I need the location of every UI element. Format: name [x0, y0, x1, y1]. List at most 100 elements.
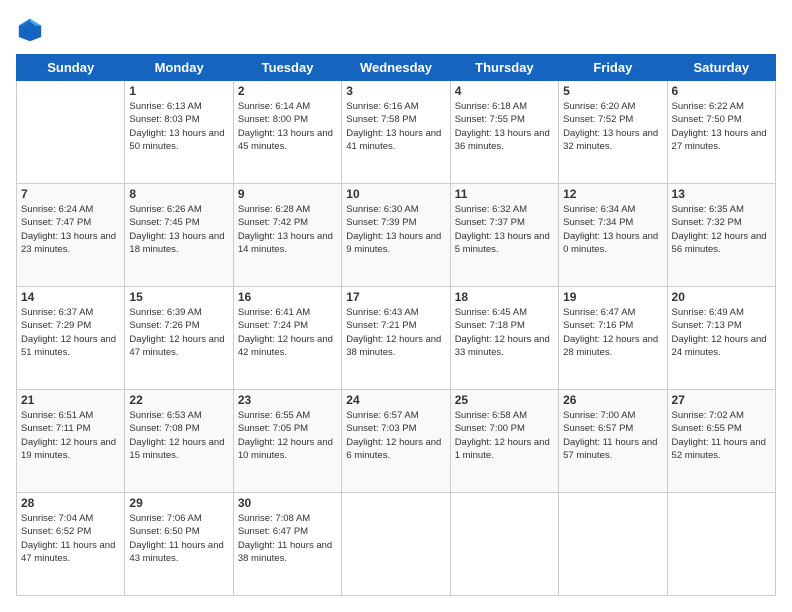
day-number: 3	[346, 84, 445, 98]
cell-info: Sunrise: 6:13 AMSunset: 8:03 PMDaylight:…	[129, 101, 224, 152]
calendar-cell: 6Sunrise: 6:22 AMSunset: 7:50 PMDaylight…	[667, 81, 775, 184]
calendar-cell: 18 Sunrise: 6:45 AMSunset: 7:18 PMDayligh…	[450, 287, 558, 390]
calendar-week-3: 14Sunrise: 6:37 AMSunset: 7:29 PMDayligh…	[17, 287, 776, 390]
cell-info: Sunrise: 6:53 AMSunset: 7:08 PMDaylight:…	[129, 410, 224, 461]
calendar-week-5: 28 Sunrise: 7:04 AMSunset: 6:52 PMDayligh…	[17, 493, 776, 596]
day-number: 5	[563, 84, 662, 98]
day-header-monday: Monday	[125, 55, 233, 81]
calendar-cell: 25 Sunrise: 6:58 AMSunset: 7:00 PMDayligh…	[450, 390, 558, 493]
cell-info: Sunrise: 6:20 AMSunset: 7:52 PMDaylight:…	[563, 101, 658, 152]
day-number: 2	[238, 84, 337, 98]
day-number: 15	[129, 290, 228, 304]
calendar-cell: 28 Sunrise: 7:04 AMSunset: 6:52 PMDayligh…	[17, 493, 125, 596]
calendar-cell: 15 Sunrise: 6:39 AMSunset: 7:26 PMDayligh…	[125, 287, 233, 390]
day-number: 6	[672, 84, 771, 98]
cell-info: Sunrise: 6:41 AMSunset: 7:24 PMDaylight:…	[238, 307, 333, 358]
calendar-cell: 27 Sunrise: 7:02 AMSunset: 6:55 PMDayligh…	[667, 390, 775, 493]
day-number: 12	[563, 187, 662, 201]
day-number: 25	[455, 393, 554, 407]
cell-info: Sunrise: 6:32 AMSunset: 7:37 PMDaylight:…	[455, 204, 550, 255]
day-number: 23	[238, 393, 337, 407]
day-number: 28	[21, 496, 120, 510]
cell-info: Sunrise: 6:43 AMSunset: 7:21 PMDaylight:…	[346, 307, 441, 358]
header	[16, 16, 776, 44]
day-number: 11	[455, 187, 554, 201]
calendar-cell: 22 Sunrise: 6:53 AMSunset: 7:08 PMDayligh…	[125, 390, 233, 493]
day-number: 13	[672, 187, 771, 201]
day-number: 22	[129, 393, 228, 407]
calendar-cell: 26Sunrise: 7:00 AMSunset: 6:57 PMDayligh…	[559, 390, 667, 493]
cell-info: Sunrise: 6:45 AMSunset: 7:18 PMDaylight:…	[455, 307, 550, 358]
logo	[16, 16, 48, 44]
cell-info: Sunrise: 7:04 AMSunset: 6:52 PMDaylight:…	[21, 513, 115, 564]
day-header-tuesday: Tuesday	[233, 55, 341, 81]
cell-info: Sunrise: 6:30 AMSunset: 7:39 PMDaylight:…	[346, 204, 441, 255]
calendar-cell: 21Sunrise: 6:51 AMSunset: 7:11 PMDayligh…	[17, 390, 125, 493]
cell-info: Sunrise: 6:57 AMSunset: 7:03 PMDaylight:…	[346, 410, 441, 461]
day-number: 8	[129, 187, 228, 201]
calendar-cell: 9 Sunrise: 6:28 AMSunset: 7:42 PMDaylight…	[233, 184, 341, 287]
calendar-cell: 16 Sunrise: 6:41 AMSunset: 7:24 PMDayligh…	[233, 287, 341, 390]
calendar-cell: 12Sunrise: 6:34 AMSunset: 7:34 PMDayligh…	[559, 184, 667, 287]
calendar-week-1: 1 Sunrise: 6:13 AMSunset: 8:03 PMDaylight…	[17, 81, 776, 184]
day-number: 29	[129, 496, 228, 510]
cell-info: Sunrise: 7:02 AMSunset: 6:55 PMDaylight:…	[672, 410, 766, 461]
day-header-sunday: Sunday	[17, 55, 125, 81]
cell-info: Sunrise: 7:06 AMSunset: 6:50 PMDaylight:…	[129, 513, 223, 564]
cell-info: Sunrise: 6:47 AMSunset: 7:16 PMDaylight:…	[563, 307, 658, 358]
cell-info: Sunrise: 6:35 AMSunset: 7:32 PMDaylight:…	[672, 204, 767, 255]
cell-info: Sunrise: 6:49 AMSunset: 7:13 PMDaylight:…	[672, 307, 767, 358]
day-header-wednesday: Wednesday	[342, 55, 450, 81]
day-number: 9	[238, 187, 337, 201]
day-number: 26	[563, 393, 662, 407]
calendar-cell: 29 Sunrise: 7:06 AMSunset: 6:50 PMDayligh…	[125, 493, 233, 596]
logo-icon	[16, 16, 44, 44]
day-number: 10	[346, 187, 445, 201]
day-number: 24	[346, 393, 445, 407]
calendar-cell: 3 Sunrise: 6:16 AMSunset: 7:58 PMDaylight…	[342, 81, 450, 184]
day-number: 20	[672, 290, 771, 304]
calendar-cell	[450, 493, 558, 596]
calendar-cell: 19 Sunrise: 6:47 AMSunset: 7:16 PMDayligh…	[559, 287, 667, 390]
calendar-cell: 5 Sunrise: 6:20 AMSunset: 7:52 PMDaylight…	[559, 81, 667, 184]
day-number: 17	[346, 290, 445, 304]
cell-info: Sunrise: 6:51 AMSunset: 7:11 PMDaylight:…	[21, 410, 116, 461]
day-number: 30	[238, 496, 337, 510]
cell-info: Sunrise: 6:28 AMSunset: 7:42 PMDaylight:…	[238, 204, 333, 255]
calendar-week-2: 7 Sunrise: 6:24 AMSunset: 7:47 PMDaylight…	[17, 184, 776, 287]
day-number: 18	[455, 290, 554, 304]
cell-info: Sunrise: 6:24 AMSunset: 7:47 PMDaylight:…	[21, 204, 116, 255]
calendar-cell: 7 Sunrise: 6:24 AMSunset: 7:47 PMDaylight…	[17, 184, 125, 287]
calendar-cell	[559, 493, 667, 596]
cell-info: Sunrise: 6:26 AMSunset: 7:45 PMDaylight:…	[129, 204, 224, 255]
calendar-cell	[667, 493, 775, 596]
calendar-cell: 14Sunrise: 6:37 AMSunset: 7:29 PMDayligh…	[17, 287, 125, 390]
calendar-cell: 10 Sunrise: 6:30 AMSunset: 7:39 PMDayligh…	[342, 184, 450, 287]
calendar-cell: 2 Sunrise: 6:14 AMSunset: 8:00 PMDaylight…	[233, 81, 341, 184]
cell-info: Sunrise: 6:16 AMSunset: 7:58 PMDaylight:…	[346, 101, 441, 152]
calendar-cell: 11 Sunrise: 6:32 AMSunset: 7:37 PMDayligh…	[450, 184, 558, 287]
calendar-table: SundayMondayTuesdayWednesdayThursdayFrid…	[16, 54, 776, 596]
calendar-cell: 4Sunrise: 6:18 AMSunset: 7:55 PMDaylight…	[450, 81, 558, 184]
day-number: 27	[672, 393, 771, 407]
calendar-cell	[17, 81, 125, 184]
cell-info: Sunrise: 6:14 AMSunset: 8:00 PMDaylight:…	[238, 101, 333, 152]
cell-info: Sunrise: 6:18 AMSunset: 7:55 PMDaylight:…	[455, 101, 550, 152]
cell-info: Sunrise: 6:39 AMSunset: 7:26 PMDaylight:…	[129, 307, 224, 358]
day-number: 7	[21, 187, 120, 201]
day-number: 19	[563, 290, 662, 304]
calendar-cell: 17 Sunrise: 6:43 AMSunset: 7:21 PMDayligh…	[342, 287, 450, 390]
day-header-friday: Friday	[559, 55, 667, 81]
calendar-cell: 1 Sunrise: 6:13 AMSunset: 8:03 PMDaylight…	[125, 81, 233, 184]
calendar-cell: 8 Sunrise: 6:26 AMSunset: 7:45 PMDaylight…	[125, 184, 233, 287]
page: SundayMondayTuesdayWednesdayThursdayFrid…	[0, 0, 792, 612]
day-header-saturday: Saturday	[667, 55, 775, 81]
calendar-cell	[342, 493, 450, 596]
day-header-thursday: Thursday	[450, 55, 558, 81]
calendar-cell: 30Sunrise: 7:08 AMSunset: 6:47 PMDayligh…	[233, 493, 341, 596]
day-number: 16	[238, 290, 337, 304]
cell-info: Sunrise: 6:58 AMSunset: 7:00 PMDaylight:…	[455, 410, 550, 461]
day-number: 1	[129, 84, 228, 98]
day-number: 14	[21, 290, 120, 304]
cell-info: Sunrise: 6:55 AMSunset: 7:05 PMDaylight:…	[238, 410, 333, 461]
